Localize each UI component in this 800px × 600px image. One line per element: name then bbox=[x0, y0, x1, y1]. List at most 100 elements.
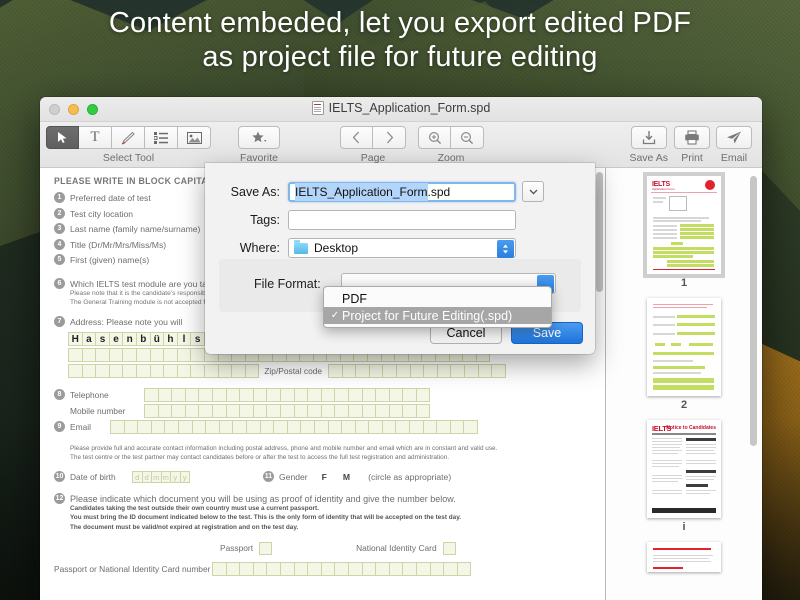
form-cell[interactable] bbox=[212, 561, 227, 576]
where-stepper-icon[interactable] bbox=[497, 240, 514, 258]
dropdown-option-pdf[interactable]: PDF bbox=[324, 290, 551, 307]
arrow-tool-button[interactable] bbox=[46, 126, 79, 149]
next-page-button[interactable] bbox=[373, 126, 406, 149]
form-cell[interactable] bbox=[477, 363, 493, 378]
form-cell[interactable] bbox=[463, 363, 479, 378]
zip-row[interactable]: Zip/Postal code bbox=[68, 363, 591, 378]
form-cell[interactable]: H bbox=[68, 331, 83, 346]
form-cell[interactable] bbox=[320, 403, 336, 418]
form-cell[interactable] bbox=[313, 419, 329, 434]
form-cell[interactable] bbox=[347, 403, 363, 418]
form-cell[interactable] bbox=[361, 561, 377, 576]
form-cell[interactable] bbox=[231, 363, 246, 378]
form-cell[interactable] bbox=[409, 419, 424, 434]
form-cell[interactable] bbox=[341, 419, 356, 434]
form-cell[interactable] bbox=[68, 347, 83, 362]
form-cell[interactable] bbox=[198, 403, 213, 418]
email-input[interactable] bbox=[110, 419, 479, 434]
image-tool-button[interactable] bbox=[178, 126, 211, 149]
form-cell[interactable] bbox=[95, 347, 110, 362]
dropdown-option-spd[interactable]: ✓ Project for Future Editing(.spd) bbox=[324, 307, 551, 324]
form-cell[interactable] bbox=[252, 387, 268, 402]
form-cell[interactable] bbox=[239, 561, 254, 576]
form-cell[interactable] bbox=[334, 387, 349, 402]
thumbnail-page-4[interactable] bbox=[606, 542, 762, 572]
form-cell[interactable] bbox=[293, 403, 309, 418]
form-cell[interactable] bbox=[218, 419, 234, 434]
form-cell[interactable]: ü bbox=[149, 331, 165, 346]
form-cell[interactable] bbox=[137, 419, 152, 434]
form-cell[interactable] bbox=[388, 387, 404, 402]
form-cell[interactable] bbox=[279, 403, 295, 418]
form-cell[interactable] bbox=[190, 363, 205, 378]
telephone-input[interactable] bbox=[144, 387, 431, 402]
form-cell[interactable]: h bbox=[163, 331, 178, 346]
thumbnail-image[interactable] bbox=[647, 542, 721, 572]
form-cell[interactable] bbox=[388, 403, 404, 418]
thumbnail-page-2[interactable]: 2 bbox=[606, 298, 762, 411]
form-cell[interactable] bbox=[347, 561, 363, 576]
form-cell[interactable] bbox=[320, 387, 336, 402]
form-cell[interactable] bbox=[135, 347, 151, 362]
gender-f[interactable]: F bbox=[322, 472, 327, 482]
form-cell[interactable] bbox=[375, 387, 390, 402]
form-cell[interactable] bbox=[184, 387, 200, 402]
form-cell[interactable] bbox=[205, 419, 220, 434]
form-cell[interactable] bbox=[122, 363, 137, 378]
form-cell[interactable] bbox=[375, 403, 390, 418]
form-cell[interactable] bbox=[450, 363, 465, 378]
form-cell[interactable] bbox=[402, 387, 417, 402]
form-cell[interactable] bbox=[415, 561, 431, 576]
form-cell[interactable] bbox=[259, 419, 275, 434]
form-cell[interactable] bbox=[307, 403, 322, 418]
form-cell[interactable] bbox=[436, 419, 451, 434]
form-cell[interactable] bbox=[415, 387, 431, 402]
dob-input[interactable]: ddmmyy bbox=[132, 470, 190, 483]
form-cell[interactable] bbox=[320, 561, 336, 576]
form-cell[interactable] bbox=[177, 419, 193, 434]
form-cell[interactable] bbox=[110, 419, 125, 434]
form-cell[interactable] bbox=[361, 403, 377, 418]
form-cell[interactable] bbox=[449, 419, 465, 434]
text-tool-button[interactable]: T bbox=[79, 126, 112, 149]
form-cell[interactable] bbox=[456, 561, 472, 576]
form-cell[interactable] bbox=[402, 561, 417, 576]
form-cell[interactable] bbox=[163, 347, 178, 362]
form-cell[interactable] bbox=[225, 387, 241, 402]
form-cell[interactable] bbox=[347, 387, 363, 402]
form-cell[interactable] bbox=[415, 403, 431, 418]
form-cell[interactable] bbox=[266, 403, 281, 418]
form-cell[interactable] bbox=[388, 561, 404, 576]
form-cell[interactable] bbox=[144, 387, 159, 402]
form-cell[interactable] bbox=[381, 419, 397, 434]
where-select[interactable]: Desktop bbox=[288, 238, 516, 258]
tags-input[interactable] bbox=[288, 210, 516, 230]
thumbnail-page-i[interactable]: IELTS Notice to Candidates i bbox=[606, 420, 762, 533]
form-cell[interactable] bbox=[217, 363, 233, 378]
document-scrollbar[interactable] bbox=[596, 172, 603, 292]
form-cell[interactable]: s bbox=[95, 331, 110, 346]
form-cell[interactable] bbox=[123, 419, 139, 434]
filename-input[interactable]: IELTS_Application_Form .spd bbox=[288, 181, 516, 202]
form-cell[interactable]: n bbox=[122, 331, 137, 346]
form-cell[interactable]: b bbox=[135, 331, 151, 346]
form-cell[interactable] bbox=[334, 561, 349, 576]
list-tool-button[interactable] bbox=[145, 126, 178, 149]
form-cell[interactable] bbox=[266, 387, 281, 402]
form-cell[interactable]: l bbox=[176, 331, 192, 346]
form-cell[interactable] bbox=[436, 363, 452, 378]
prev-page-button[interactable] bbox=[340, 126, 373, 149]
form-cell[interactable] bbox=[225, 403, 241, 418]
form-cell[interactable] bbox=[149, 347, 165, 362]
form-cell[interactable] bbox=[171, 403, 186, 418]
form-cell[interactable] bbox=[135, 363, 151, 378]
thumbnail-image[interactable]: IELTS Application Form bbox=[643, 172, 725, 278]
form-cell[interactable] bbox=[252, 561, 268, 576]
pen-tool-button[interactable] bbox=[112, 126, 145, 149]
form-cell[interactable] bbox=[95, 363, 110, 378]
form-cell[interactable] bbox=[176, 347, 192, 362]
form-cell[interactable] bbox=[382, 363, 398, 378]
favorite-button[interactable] bbox=[238, 126, 280, 149]
form-cell[interactable] bbox=[245, 419, 261, 434]
form-cell[interactable]: y bbox=[179, 470, 190, 483]
